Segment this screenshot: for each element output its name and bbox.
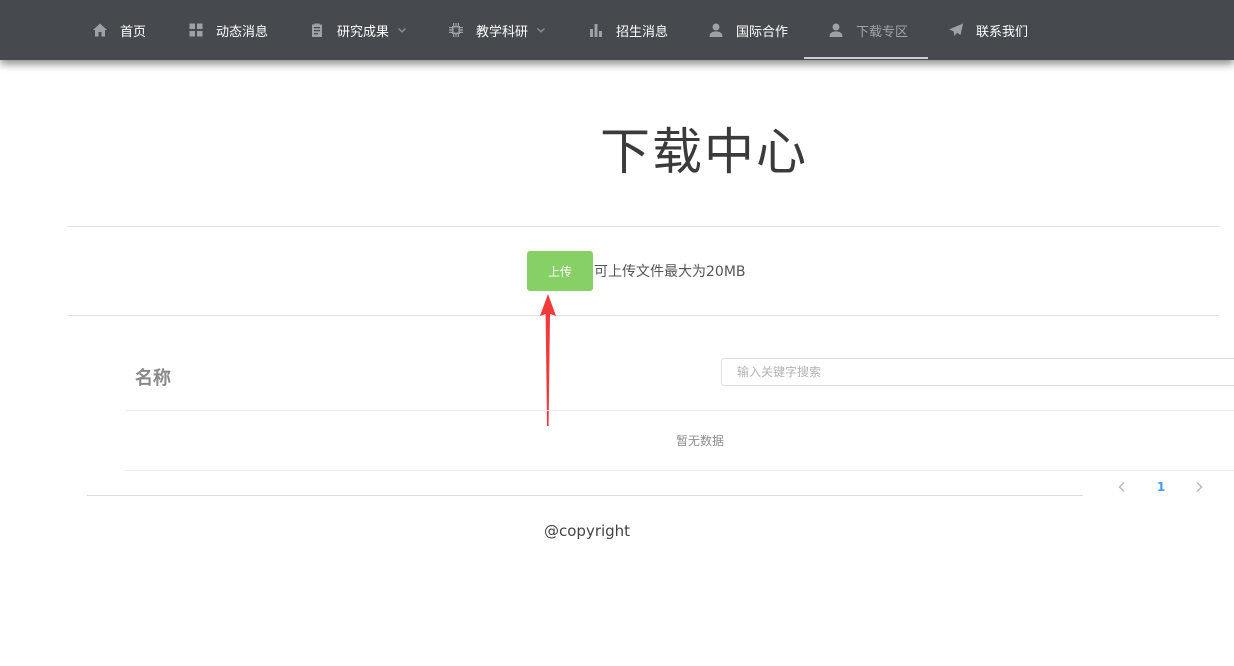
- nav-item-label: 招生消息: [616, 24, 669, 40]
- nav-item-label: 首页: [120, 24, 147, 40]
- table-bottom-divider: [125, 470, 1234, 471]
- annotation-arrow-icon: [540, 294, 556, 426]
- table-header-divider: [125, 410, 1234, 411]
- nav-item-label: 动态消息: [216, 24, 269, 40]
- chevron-right-icon: [1196, 482, 1203, 492]
- next-page-button[interactable]: [1193, 478, 1205, 496]
- page-title: 下载中心: [600, 123, 808, 181]
- user-icon: [828, 22, 844, 38]
- top-navbar: 首页 动态消息 研究成果 教学科研 招生消息 国际合作 下载专区 联系我们: [0, 0, 1234, 60]
- upload-button[interactable]: 上传: [527, 251, 593, 291]
- bar-chart-icon: [588, 22, 604, 38]
- chevron-down-icon: [397, 25, 407, 35]
- nav-item-admissions[interactable]: 招生消息: [588, 0, 668, 60]
- nav-item-research[interactable]: 研究成果: [309, 0, 407, 60]
- search-input[interactable]: [721, 358, 1234, 386]
- nav-item-home[interactable]: 首页: [92, 0, 146, 60]
- divider: [67, 315, 1219, 316]
- nav-item-news[interactable]: 动态消息: [188, 0, 268, 60]
- footer-divider: [87, 495, 1083, 496]
- send-icon: [948, 22, 964, 38]
- chip-icon: [448, 22, 464, 38]
- chevron-down-icon: [536, 25, 546, 35]
- copyright-text: @copyright: [544, 522, 631, 540]
- clipboard-icon: [309, 22, 325, 38]
- grid-icon: [188, 22, 204, 38]
- nav-item-label: 研究成果: [337, 24, 390, 40]
- nav-item-label: 下载专区: [856, 24, 909, 40]
- user-icon: [708, 22, 724, 38]
- upload-hint: 可上传文件最大为20MB: [594, 264, 746, 280]
- prev-page-button[interactable]: [1116, 478, 1128, 496]
- nav-item-label: 国际合作: [736, 24, 789, 40]
- nav-item-international[interactable]: 国际合作: [708, 0, 788, 60]
- chevron-left-icon: [1118, 482, 1125, 492]
- column-header-name: 名称: [135, 368, 171, 389]
- nav-item-downloads[interactable]: 下载专区: [803, 0, 929, 60]
- divider: [67, 226, 1219, 227]
- empty-state-text: 暂无数据: [676, 434, 725, 448]
- home-icon: [92, 22, 108, 38]
- nav-item-label: 教学科研: [476, 24, 529, 40]
- nav-item-contact[interactable]: 联系我们: [948, 0, 1028, 60]
- page-number-button[interactable]: 1: [1152, 478, 1170, 496]
- nav-item-label: 联系我们: [976, 24, 1029, 40]
- nav-item-teaching[interactable]: 教学科研: [448, 0, 546, 60]
